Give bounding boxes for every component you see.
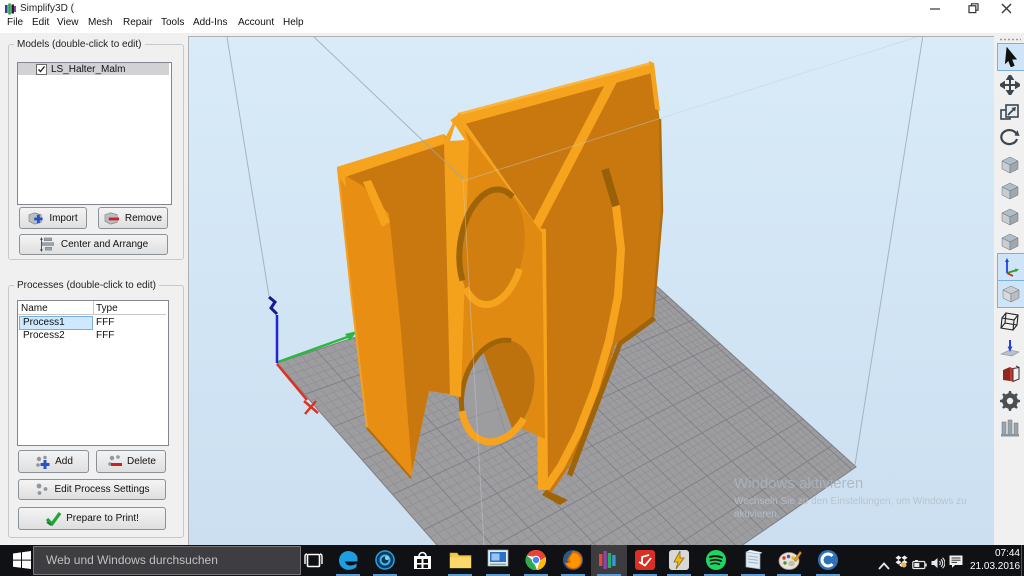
svg-text:Windows aktivieren: Windows aktivieren	[734, 475, 863, 492]
svg-text:Wechseln Sie zu den Einstellun: Wechseln Sie zu den Einstellungen, um Wi…	[734, 496, 967, 507]
svg-text:aktivieren.: aktivieren.	[734, 509, 780, 520]
